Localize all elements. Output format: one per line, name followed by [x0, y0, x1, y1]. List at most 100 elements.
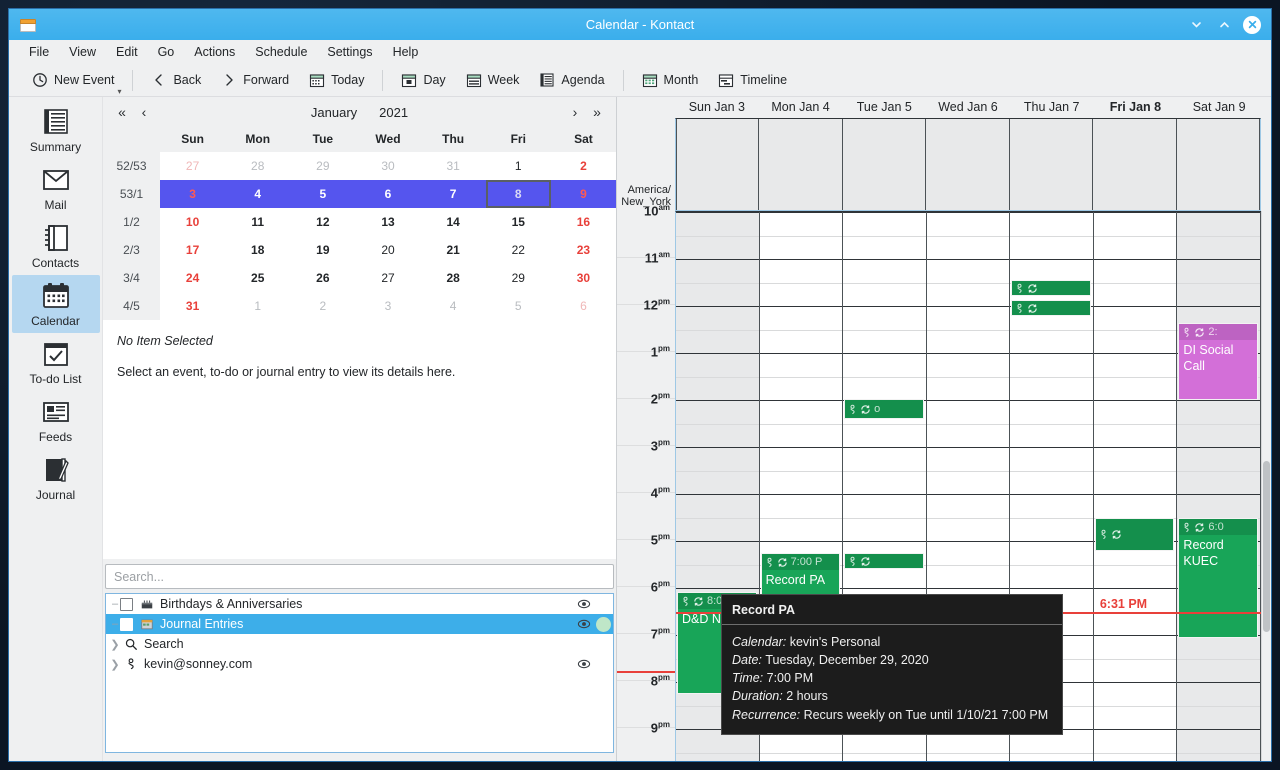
mini-cal-day[interactable]: 20: [355, 236, 420, 264]
mini-cal-day[interactable]: 5: [290, 180, 355, 208]
event-tue-evening[interactable]: [844, 553, 924, 569]
week-day-header[interactable]: Fri Jan 8: [1094, 97, 1178, 118]
mini-cal-day[interactable]: 22: [486, 236, 551, 264]
mini-cal-day[interactable]: 6: [355, 180, 420, 208]
mini-cal-day[interactable]: 23: [551, 236, 616, 264]
event-tue-afternoon[interactable]: o: [844, 399, 924, 419]
mini-cal-day[interactable]: 10: [160, 208, 225, 236]
mini-cal-day[interactable]: 4: [421, 292, 486, 320]
week-day-header[interactable]: Mon Jan 4: [759, 97, 843, 118]
calendar-source-row[interactable]: –Journal Entries: [106, 614, 613, 634]
mini-cal-day[interactable]: 15: [486, 208, 551, 236]
sidebar-item-calendar[interactable]: Calendar: [12, 275, 100, 333]
mini-cal-day[interactable]: 1: [225, 292, 290, 320]
calendar-source-row[interactable]: ❯kevin@sonney.com: [106, 654, 613, 674]
menu-settings[interactable]: Settings: [317, 42, 382, 62]
week-day-header[interactable]: Tue Jan 5: [842, 97, 926, 118]
search-input[interactable]: Search...: [105, 564, 614, 589]
day-column[interactable]: 2:DI Social Call6:0Record KUEC: [1177, 212, 1261, 762]
mini-cal-day[interactable]: 6: [551, 292, 616, 320]
back-button[interactable]: Back: [142, 69, 210, 91]
menu-file[interactable]: File: [19, 42, 59, 62]
mini-cal-day[interactable]: 27: [160, 152, 225, 180]
event-thu-1[interactable]: [1011, 280, 1091, 296]
mini-cal-day[interactable]: 9: [551, 180, 616, 208]
mini-cal-day[interactable]: 18: [225, 236, 290, 264]
week-number[interactable]: 1/2: [103, 208, 160, 236]
sidebar-item-feeds[interactable]: Feeds: [12, 391, 100, 449]
menu-view[interactable]: View: [59, 42, 106, 62]
mini-cal-day[interactable]: 11: [225, 208, 290, 236]
mini-cal-day[interactable]: 25: [225, 264, 290, 292]
mini-cal-day[interactable]: 16: [551, 208, 616, 236]
mini-cal-day[interactable]: 7: [421, 180, 486, 208]
mini-cal-day[interactable]: 5: [486, 292, 551, 320]
expander-icon[interactable]: ❯: [110, 658, 120, 671]
event-fri-my[interactable]: My: [1095, 518, 1175, 551]
week-day-header[interactable]: Sat Jan 9: [1177, 97, 1261, 118]
chevron-down-icon[interactable]: ▾: [117, 87, 121, 96]
week-number[interactable]: 52/53: [103, 152, 160, 180]
all-day-cell[interactable]: [1177, 119, 1260, 210]
week-day-header[interactable]: Wed Jan 6: [926, 97, 1010, 118]
mini-cal-day[interactable]: 17: [160, 236, 225, 264]
week-number[interactable]: 2/3: [103, 236, 160, 264]
prev-year-icon[interactable]: «: [111, 104, 133, 120]
mini-cal-day[interactable]: 1: [486, 152, 551, 180]
eye-icon[interactable]: [577, 617, 591, 631]
mini-cal-day[interactable]: 28: [225, 152, 290, 180]
mini-cal-day[interactable]: 30: [551, 264, 616, 292]
week-number[interactable]: 4/5: [103, 292, 160, 320]
day-view-button[interactable]: Day: [392, 69, 454, 91]
scrollbar-thumb[interactable]: [1263, 461, 1270, 632]
menu-help[interactable]: Help: [383, 42, 429, 62]
expander-icon[interactable]: ❯: [110, 638, 120, 651]
all-day-cell[interactable]: [1093, 119, 1176, 210]
menu-schedule[interactable]: Schedule: [245, 42, 317, 62]
mini-cal-day[interactable]: 31: [421, 152, 486, 180]
week-day-header[interactable]: Sun Jan 3: [675, 97, 759, 118]
all-day-cell[interactable]: [926, 119, 1009, 210]
eye-icon[interactable]: [577, 597, 591, 611]
mini-cal-day[interactable]: 24: [160, 264, 225, 292]
mini-cal-day[interactable]: 29: [290, 152, 355, 180]
mini-cal-day[interactable]: 27: [355, 264, 420, 292]
mini-cal-day[interactable]: 30: [355, 152, 420, 180]
sidebar-item-todo-list[interactable]: To-do List: [12, 333, 100, 391]
month-label[interactable]: January: [311, 105, 357, 120]
calendar-color-swatch[interactable]: [596, 617, 611, 632]
mini-cal-day[interactable]: 19: [290, 236, 355, 264]
event-di-social-call[interactable]: 2:DI Social Call: [1178, 323, 1258, 400]
all-day-cell[interactable]: [1010, 119, 1093, 210]
mini-cal-day[interactable]: 31: [160, 292, 225, 320]
calendar-source-row[interactable]: ❯Search: [106, 634, 613, 654]
day-column[interactable]: My: [1094, 212, 1178, 762]
mini-cal-day[interactable]: 2: [551, 152, 616, 180]
maximize-icon[interactable]: [1215, 16, 1233, 34]
week-day-header[interactable]: Thu Jan 7: [1010, 97, 1094, 118]
prev-month-icon[interactable]: ‹: [133, 104, 155, 120]
mini-cal-day[interactable]: 4: [225, 180, 290, 208]
sidebar-item-mail[interactable]: Mail: [12, 159, 100, 217]
all-day-cells[interactable]: [675, 118, 1261, 211]
next-month-icon[interactable]: ›: [564, 104, 586, 120]
week-view-button[interactable]: Week: [457, 69, 529, 91]
event-thu-2[interactable]: [1011, 300, 1091, 316]
all-day-cell[interactable]: [843, 119, 926, 210]
mini-cal-day[interactable]: 14: [421, 208, 486, 236]
mini-cal-day[interactable]: 3: [355, 292, 420, 320]
week-number[interactable]: 3/4: [103, 264, 160, 292]
all-day-cell[interactable]: [759, 119, 842, 210]
mini-cal-day[interactable]: 28: [421, 264, 486, 292]
timeline-view-button[interactable]: Timeline: [709, 69, 796, 91]
mini-cal-day[interactable]: 3: [160, 180, 225, 208]
sidebar-item-summary[interactable]: Summary: [12, 101, 100, 159]
week-number[interactable]: 53/1: [103, 180, 160, 208]
today-button[interactable]: Today: [300, 69, 373, 91]
new-event-button[interactable]: New Event: [23, 69, 123, 91]
menu-actions[interactable]: Actions: [184, 42, 245, 62]
close-icon[interactable]: [1243, 16, 1261, 34]
next-year-icon[interactable]: »: [586, 104, 608, 120]
minimize-icon[interactable]: [1187, 16, 1205, 34]
sidebar-item-journal[interactable]: Journal: [12, 449, 100, 507]
